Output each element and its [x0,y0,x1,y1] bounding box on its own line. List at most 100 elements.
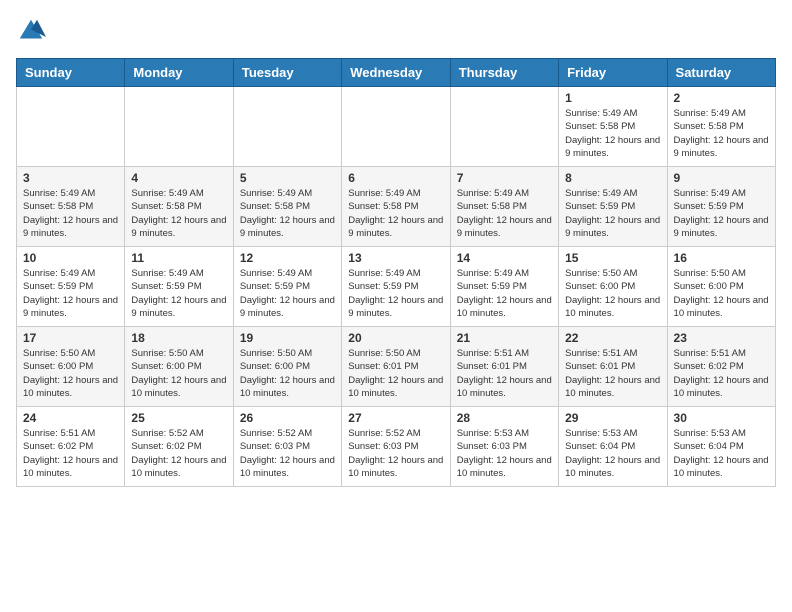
calendar-week-1: 1 Sunrise: 5:49 AM Sunset: 5:58 PM Daylig… [17,87,776,167]
calendar-day-cell: 13 Sunrise: 5:49 AM Sunset: 5:59 PM Dayli… [342,247,450,327]
day-header-monday: Monday [125,59,233,87]
day-info: Sunrise: 5:49 AM Sunset: 5:58 PM Dayligh… [565,107,660,160]
day-info: Sunrise: 5:51 AM Sunset: 6:02 PM Dayligh… [674,347,769,400]
calendar-day-cell: 29 Sunrise: 5:53 AM Sunset: 6:04 PM Dayli… [559,407,667,487]
day-info: Sunrise: 5:50 AM Sunset: 6:00 PM Dayligh… [674,267,769,320]
day-number: 22 [565,331,660,345]
day-number: 6 [348,171,443,185]
page-header [16,16,776,46]
day-info: Sunrise: 5:49 AM Sunset: 5:59 PM Dayligh… [348,267,443,320]
day-number: 4 [131,171,226,185]
day-header-saturday: Saturday [667,59,775,87]
calendar-day-cell: 12 Sunrise: 5:49 AM Sunset: 5:59 PM Dayli… [233,247,341,327]
day-info: Sunrise: 5:52 AM Sunset: 6:03 PM Dayligh… [348,427,443,480]
day-number: 10 [23,251,118,265]
day-number: 28 [457,411,552,425]
day-info: Sunrise: 5:50 AM Sunset: 6:00 PM Dayligh… [240,347,335,400]
calendar-day-cell: 25 Sunrise: 5:52 AM Sunset: 6:02 PM Dayli… [125,407,233,487]
calendar-day-cell [17,87,125,167]
day-info: Sunrise: 5:49 AM Sunset: 5:59 PM Dayligh… [240,267,335,320]
day-number: 19 [240,331,335,345]
calendar-day-cell: 28 Sunrise: 5:53 AM Sunset: 6:03 PM Dayli… [450,407,558,487]
day-number: 15 [565,251,660,265]
day-info: Sunrise: 5:49 AM Sunset: 5:59 PM Dayligh… [131,267,226,320]
day-info: Sunrise: 5:52 AM Sunset: 6:02 PM Dayligh… [131,427,226,480]
calendar-day-cell [233,87,341,167]
day-info: Sunrise: 5:51 AM Sunset: 6:01 PM Dayligh… [565,347,660,400]
day-number: 11 [131,251,226,265]
day-info: Sunrise: 5:51 AM Sunset: 6:02 PM Dayligh… [23,427,118,480]
calendar-week-5: 24Sunrise: 5:51 AM Sunset: 6:02 PM Dayli… [17,407,776,487]
calendar-day-cell: 21 Sunrise: 5:51 AM Sunset: 6:01 PM Dayli… [450,327,558,407]
day-number: 9 [674,171,769,185]
day-number: 27 [348,411,443,425]
calendar-day-cell: 8Sunrise: 5:49 AM Sunset: 5:59 PM Daylig… [559,167,667,247]
calendar-day-cell: 3 Sunrise: 5:49 AM Sunset: 5:58 PM Daylig… [17,167,125,247]
day-info: Sunrise: 5:53 AM Sunset: 6:03 PM Dayligh… [457,427,552,480]
day-number: 7 [457,171,552,185]
calendar-day-cell: 27 Sunrise: 5:52 AM Sunset: 6:03 PM Dayli… [342,407,450,487]
day-info: Sunrise: 5:49 AM Sunset: 5:58 PM Dayligh… [131,187,226,240]
calendar-day-cell: 18Sunrise: 5:50 AM Sunset: 6:00 PM Dayli… [125,327,233,407]
calendar-table: SundayMondayTuesdayWednesdayThursdayFrid… [16,58,776,487]
day-info: Sunrise: 5:49 AM Sunset: 5:59 PM Dayligh… [674,187,769,240]
day-number: 8 [565,171,660,185]
calendar-day-cell: 5 Sunrise: 5:49 AM Sunset: 5:58 PM Daylig… [233,167,341,247]
day-info: Sunrise: 5:49 AM Sunset: 5:58 PM Dayligh… [23,187,118,240]
day-info: Sunrise: 5:51 AM Sunset: 6:01 PM Dayligh… [457,347,552,400]
day-number: 26 [240,411,335,425]
calendar-day-cell: 30Sunrise: 5:53 AM Sunset: 6:04 PM Dayli… [667,407,775,487]
day-info: Sunrise: 5:53 AM Sunset: 6:04 PM Dayligh… [565,427,660,480]
calendar-day-cell: 16 Sunrise: 5:50 AM Sunset: 6:00 PM Dayli… [667,247,775,327]
calendar-day-cell: 9 Sunrise: 5:49 AM Sunset: 5:59 PM Daylig… [667,167,775,247]
day-number: 20 [348,331,443,345]
calendar-day-cell: 4 Sunrise: 5:49 AM Sunset: 5:58 PM Daylig… [125,167,233,247]
day-info: Sunrise: 5:49 AM Sunset: 5:58 PM Dayligh… [240,187,335,240]
day-info: Sunrise: 5:50 AM Sunset: 6:00 PM Dayligh… [23,347,118,400]
day-info: Sunrise: 5:50 AM Sunset: 6:01 PM Dayligh… [348,347,443,400]
calendar-day-cell: 24Sunrise: 5:51 AM Sunset: 6:02 PM Dayli… [17,407,125,487]
day-number: 14 [457,251,552,265]
day-info: Sunrise: 5:49 AM Sunset: 5:58 PM Dayligh… [348,187,443,240]
calendar-day-cell: 7 Sunrise: 5:49 AM Sunset: 5:58 PM Daylig… [450,167,558,247]
calendar-week-4: 17 Sunrise: 5:50 AM Sunset: 6:00 PM Dayli… [17,327,776,407]
day-number: 25 [131,411,226,425]
day-number: 5 [240,171,335,185]
calendar-day-cell: 2 Sunrise: 5:49 AM Sunset: 5:58 PM Daylig… [667,87,775,167]
day-header-friday: Friday [559,59,667,87]
day-number: 17 [23,331,118,345]
day-number: 1 [565,91,660,105]
calendar-day-cell: 1 Sunrise: 5:49 AM Sunset: 5:58 PM Daylig… [559,87,667,167]
calendar-day-cell [450,87,558,167]
day-info: Sunrise: 5:49 AM Sunset: 5:59 PM Dayligh… [23,267,118,320]
day-header-wednesday: Wednesday [342,59,450,87]
day-header-sunday: Sunday [17,59,125,87]
day-info: Sunrise: 5:49 AM Sunset: 5:58 PM Dayligh… [457,187,552,240]
day-number: 18 [131,331,226,345]
calendar-day-cell: 6 Sunrise: 5:49 AM Sunset: 5:58 PM Daylig… [342,167,450,247]
day-header-thursday: Thursday [450,59,558,87]
calendar-day-cell: 23Sunrise: 5:51 AM Sunset: 6:02 PM Dayli… [667,327,775,407]
day-number: 13 [348,251,443,265]
day-number: 29 [565,411,660,425]
calendar-day-cell: 20 Sunrise: 5:50 AM Sunset: 6:01 PM Dayli… [342,327,450,407]
day-number: 3 [23,171,118,185]
day-number: 2 [674,91,769,105]
calendar-day-cell: 22 Sunrise: 5:51 AM Sunset: 6:01 PM Dayli… [559,327,667,407]
calendar-day-cell: 15Sunrise: 5:50 AM Sunset: 6:00 PM Dayli… [559,247,667,327]
day-number: 16 [674,251,769,265]
day-number: 12 [240,251,335,265]
calendar-day-cell: 14Sunrise: 5:49 AM Sunset: 5:59 PM Dayli… [450,247,558,327]
calendar-day-cell: 10 Sunrise: 5:49 AM Sunset: 5:59 PM Dayli… [17,247,125,327]
calendar-week-3: 10 Sunrise: 5:49 AM Sunset: 5:59 PM Dayli… [17,247,776,327]
calendar-week-2: 3 Sunrise: 5:49 AM Sunset: 5:58 PM Daylig… [17,167,776,247]
calendar-day-cell: 17 Sunrise: 5:50 AM Sunset: 6:00 PM Dayli… [17,327,125,407]
calendar-day-cell [125,87,233,167]
calendar-day-cell [342,87,450,167]
logo-icon [16,16,46,46]
day-number: 21 [457,331,552,345]
day-info: Sunrise: 5:49 AM Sunset: 5:58 PM Dayligh… [674,107,769,160]
day-header-tuesday: Tuesday [233,59,341,87]
calendar-header-row: SundayMondayTuesdayWednesdayThursdayFrid… [17,59,776,87]
logo [16,16,50,46]
